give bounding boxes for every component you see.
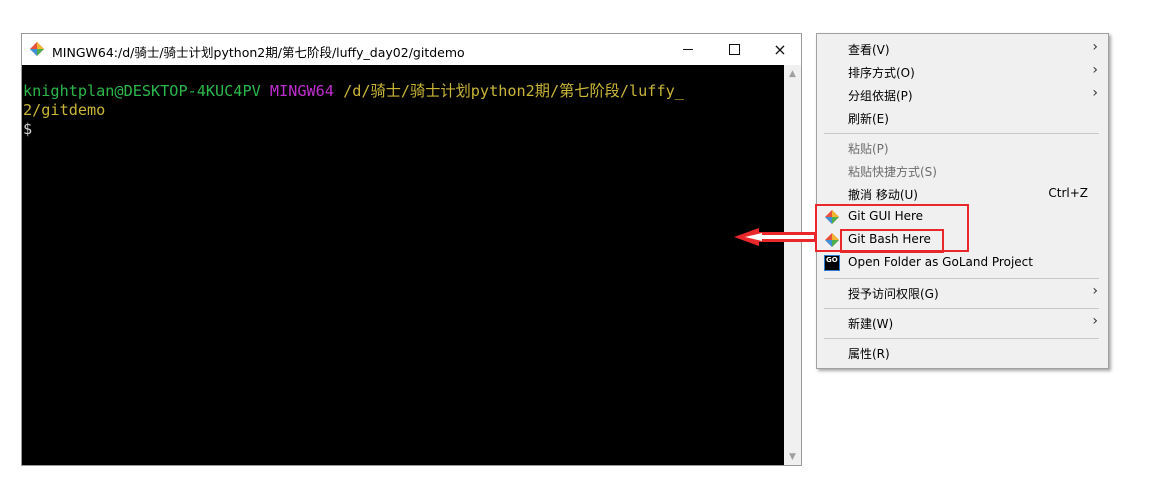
terminal-output[interactable]: knightplan@DESKTOP-4KUC4PV MINGW64 /d/骑士…: [22, 65, 784, 465]
chevron-right-icon: ›: [1092, 283, 1098, 299]
menu-item-new[interactable]: 新建(W) ›: [817, 312, 1108, 335]
prompt-line-1: knightplan@DESKTOP-4KUC4PV MINGW64 /d/骑士…: [23, 82, 784, 101]
maximize-icon: [728, 44, 740, 55]
menu-item-view[interactable]: 查看(V) ›: [817, 38, 1108, 61]
path-text-continued: 2/gitdemo: [23, 101, 106, 119]
menu-item-label: 属性(R): [848, 347, 890, 361]
goland-icon: GO: [824, 255, 840, 271]
menu-item-label: 撤消 移动(U): [848, 188, 918, 202]
menu-item-group-by[interactable]: 分组依据(P) ›: [817, 84, 1108, 107]
chevron-right-icon: ›: [1092, 313, 1098, 329]
menu-item-label: Open Folder as GoLand Project: [848, 255, 1033, 269]
minimize-button[interactable]: [665, 34, 711, 65]
title-bar[interactable]: MINGW64:/d/骑士/骑士计划python2期/第七阶段/luffy_da…: [22, 34, 801, 65]
scroll-up-icon[interactable]: ▲: [784, 65, 801, 82]
menu-item-label: 新建(W): [848, 317, 894, 331]
prompt-line-3: $: [23, 120, 784, 139]
env-text: MINGW64: [269, 82, 334, 100]
path-text: /d/骑士/骑士计划python2期/第七阶段/luffy_: [343, 82, 684, 100]
red-arrow-icon: [734, 228, 817, 246]
menu-item-label: 查看(V): [848, 43, 890, 57]
chevron-right-icon: ›: [1092, 85, 1098, 101]
scroll-down-icon[interactable]: ▼: [784, 448, 801, 465]
menu-separator: [824, 133, 1099, 134]
chevron-right-icon: ›: [1092, 39, 1098, 55]
menu-separator: [824, 308, 1099, 309]
menu-item-open-goland[interactable]: GO Open Folder as GoLand Project: [817, 252, 1108, 275]
maximize-button[interactable]: [711, 34, 757, 65]
menu-separator: [824, 338, 1099, 339]
menu-item-paste-shortcut: 粘贴快捷方式(S): [817, 160, 1108, 183]
close-icon: ×: [773, 40, 787, 59]
menu-item-label: 粘贴快捷方式(S): [848, 165, 937, 179]
menu-item-paste: 粘贴(P): [817, 137, 1108, 160]
prompt-line-2: 2/gitdemo: [23, 101, 784, 120]
terminal-window: MINGW64:/d/骑士/骑士计划python2期/第七阶段/luffy_da…: [21, 33, 802, 466]
chevron-right-icon: ›: [1092, 62, 1098, 78]
menu-item-shortcut: Ctrl+Z: [1048, 186, 1088, 200]
minimize-icon: [683, 49, 693, 50]
close-button[interactable]: ×: [757, 34, 803, 65]
menu-item-label: 粘贴(P): [848, 142, 889, 156]
vertical-scrollbar[interactable]: ▲ ▼: [784, 65, 801, 465]
window-title: MINGW64:/d/骑士/骑士计划python2期/第七阶段/luffy_da…: [52, 45, 465, 60]
menu-item-label: 刷新(E): [848, 112, 889, 126]
menu-item-sort-by[interactable]: 排序方式(O) ›: [817, 61, 1108, 84]
menu-item-give-access[interactable]: 授予访问权限(G) ›: [817, 282, 1108, 305]
menu-item-label: 排序方式(O): [848, 66, 915, 80]
context-menu: 查看(V) › 排序方式(O) › 分组依据(P) › 刷新(E) 粘贴(P) …: [816, 33, 1109, 369]
goland-icon-text: GO: [826, 256, 838, 264]
menu-item-properties[interactable]: 属性(R): [817, 342, 1108, 365]
menu-item-label: 授予访问权限(G): [848, 287, 939, 301]
git-bash-app-icon: [30, 42, 44, 56]
menu-separator: [824, 278, 1099, 279]
menu-item-undo-move[interactable]: 撤消 移动(U) Ctrl+Z: [817, 183, 1108, 206]
menu-item-label: 分组依据(P): [848, 89, 913, 103]
highlight-box-git-bash: [840, 229, 944, 253]
prompt-symbol: $: [23, 120, 33, 138]
user-host-text: knightplan@DESKTOP-4KUC4PV: [23, 82, 261, 100]
menu-item-refresh[interactable]: 刷新(E): [817, 107, 1108, 130]
